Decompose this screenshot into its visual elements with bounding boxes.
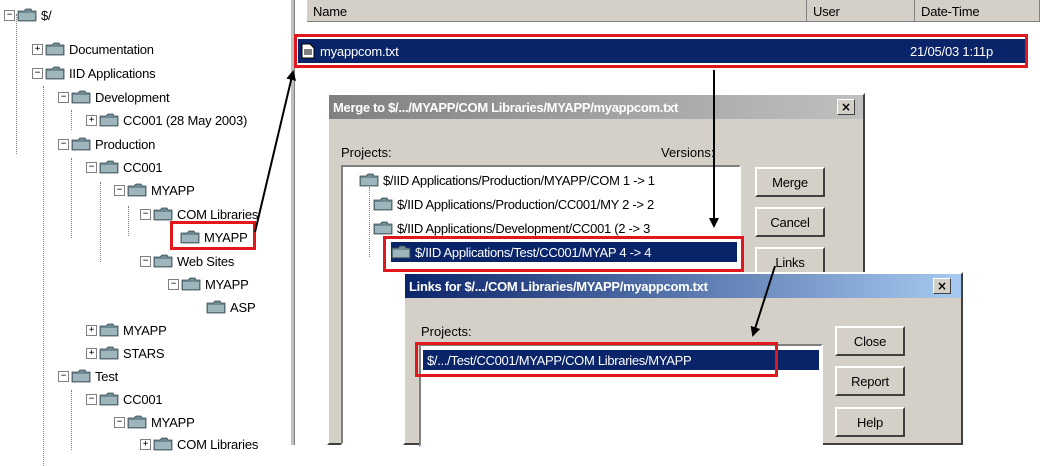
arrow-merge-to-links	[750, 265, 776, 337]
arrow-tree-to-file	[254, 70, 297, 233]
annotation-arrows	[254, 70, 776, 337]
